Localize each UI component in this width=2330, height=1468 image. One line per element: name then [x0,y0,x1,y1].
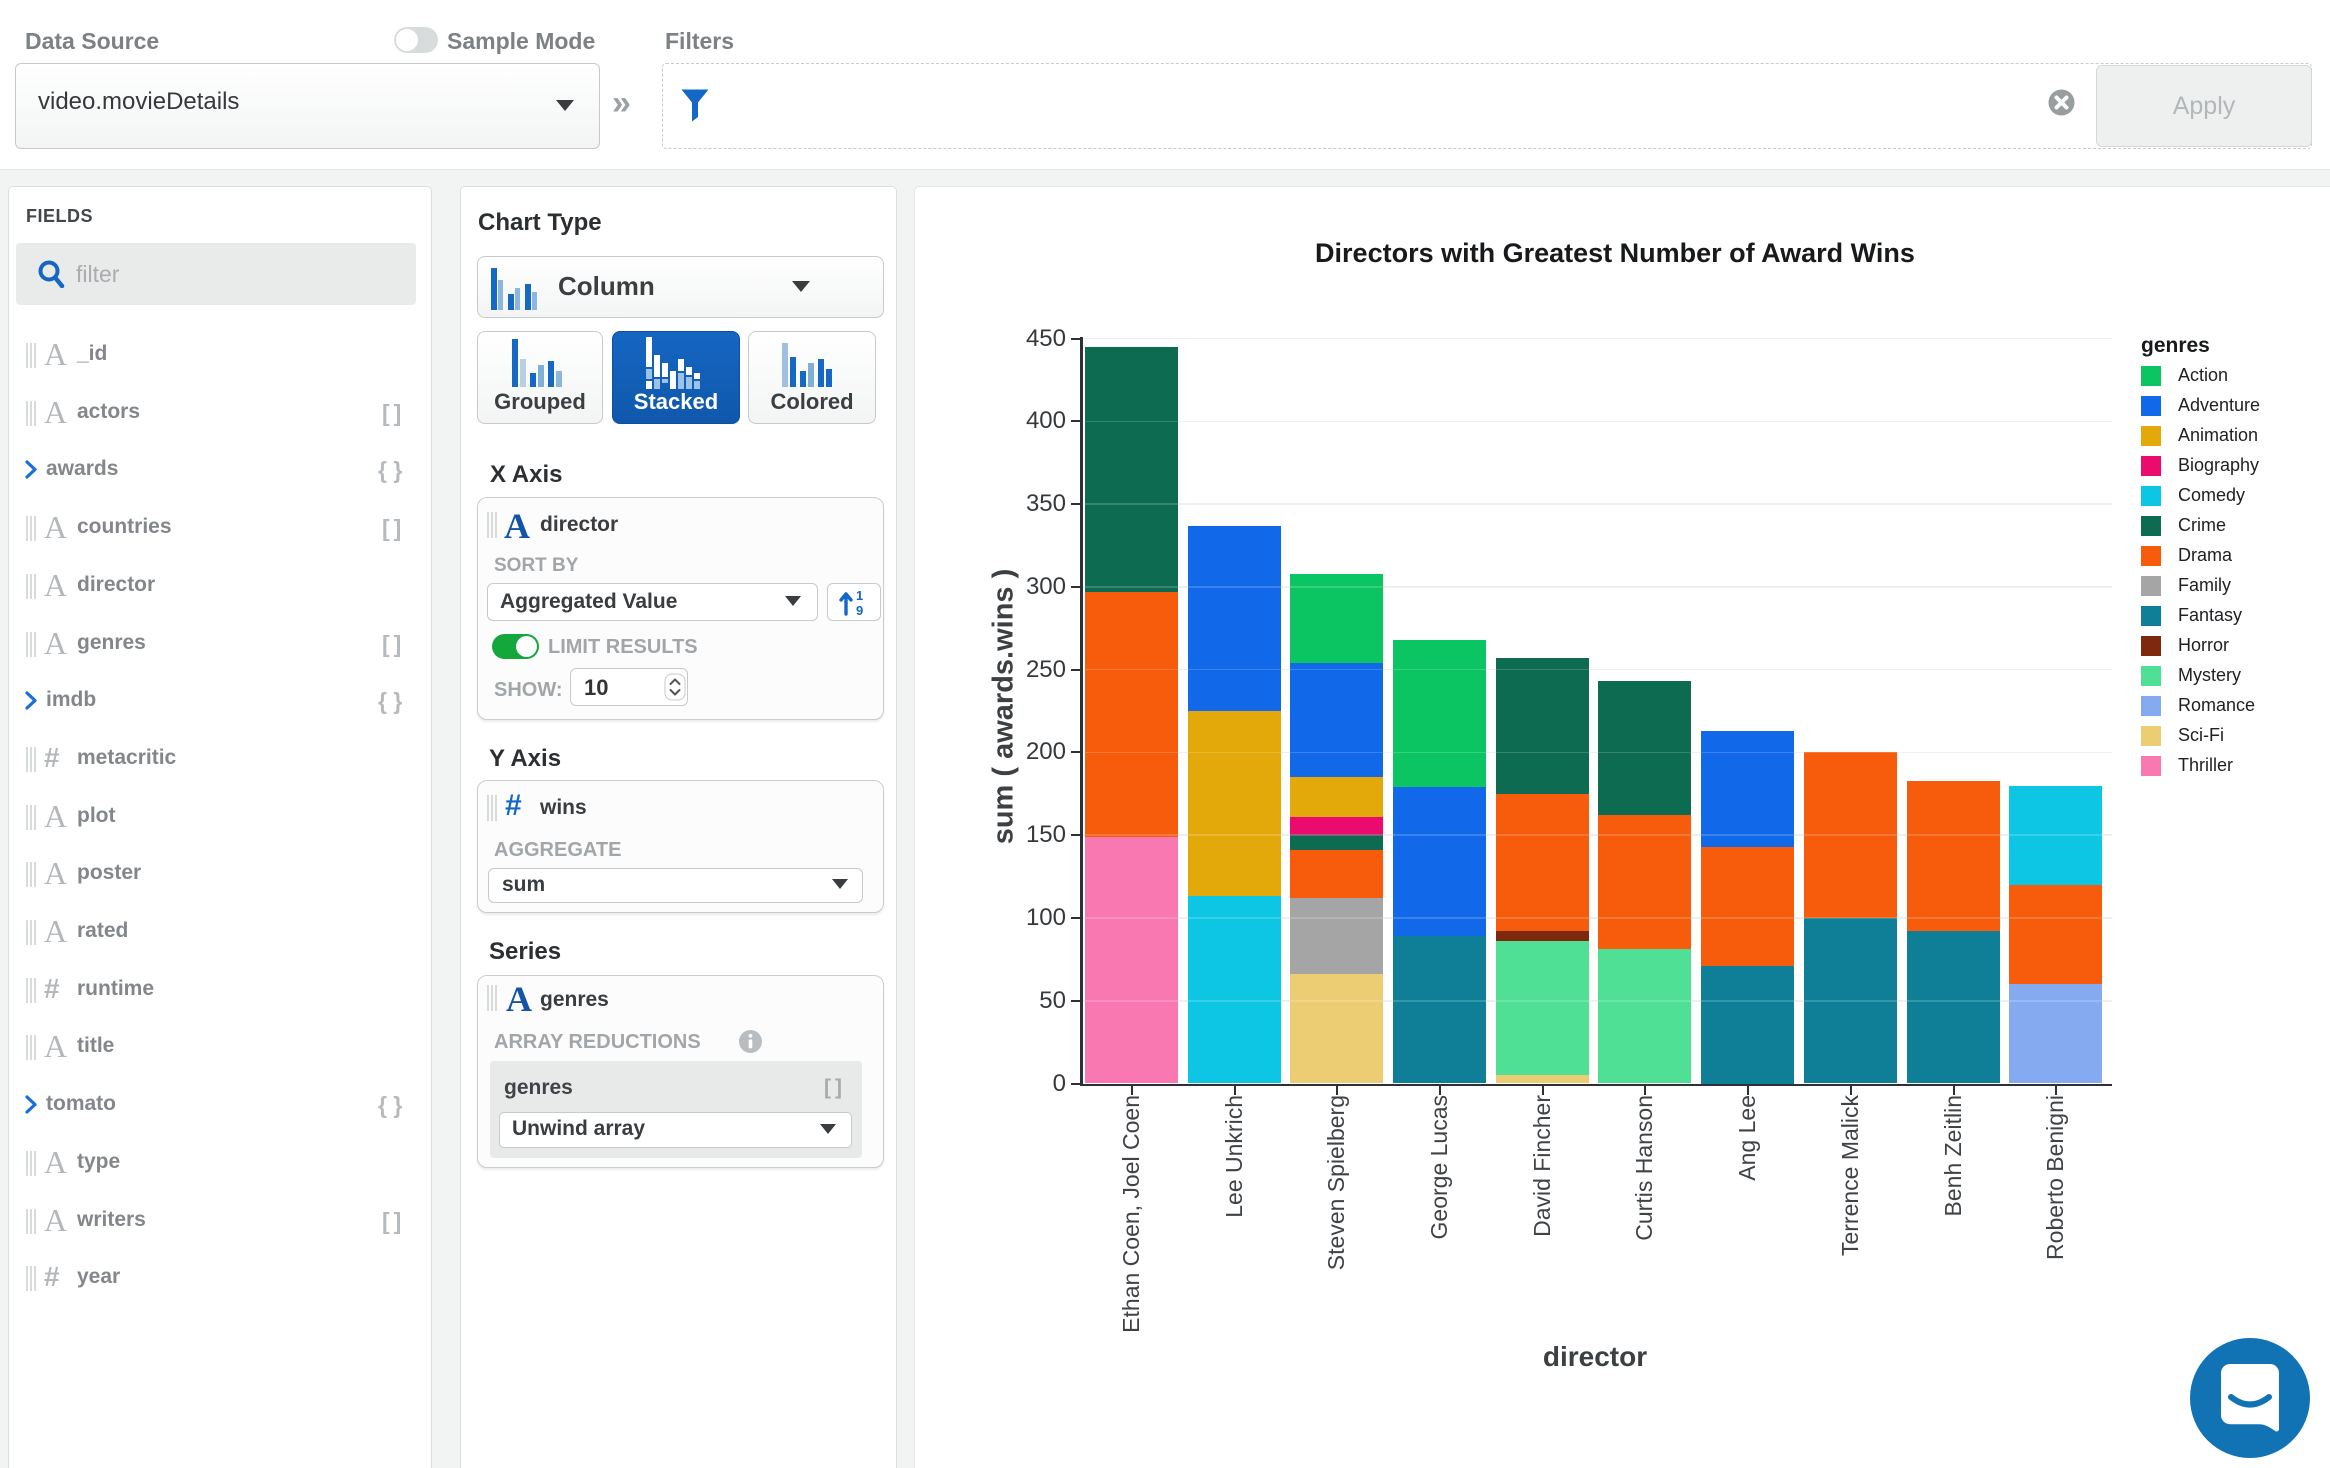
svg-text:9: 9 [856,603,863,616]
svg-text:1: 1 [856,588,863,603]
